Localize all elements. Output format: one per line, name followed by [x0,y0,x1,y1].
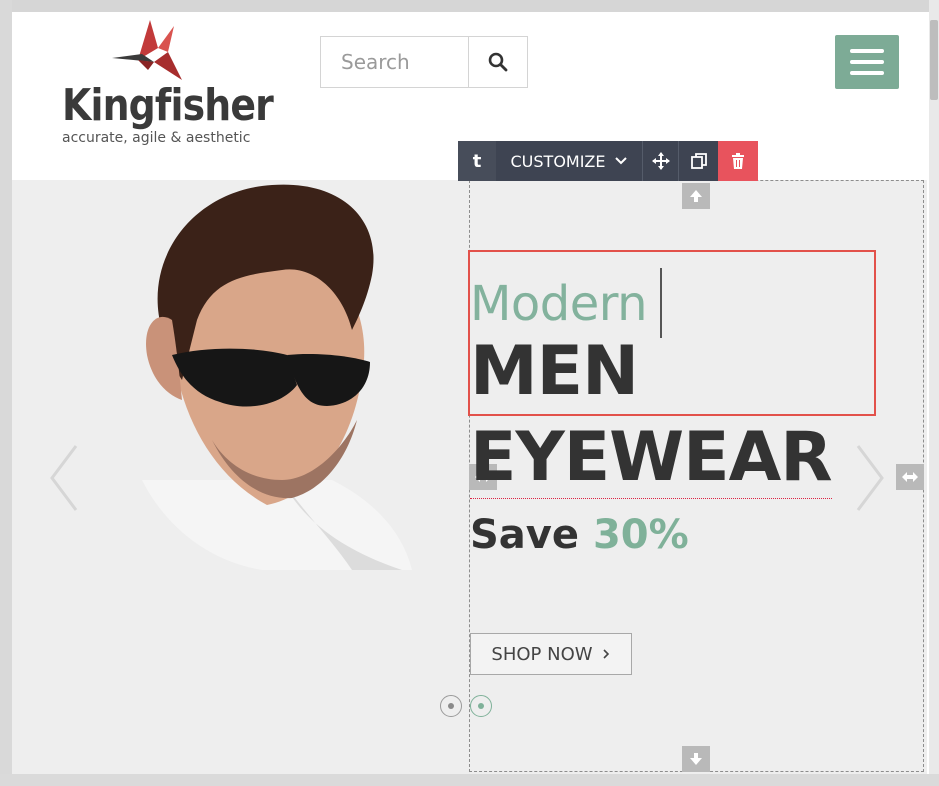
vertical-scrollbar[interactable] [929,0,939,786]
hamburger-icon [850,49,884,53]
search-button[interactable] [469,37,527,87]
delete-button[interactable] [718,141,758,181]
scrollbar-thumb[interactable] [930,20,938,100]
search-input[interactable] [321,37,469,87]
slider-dot-1[interactable] [440,695,462,717]
text-type-button[interactable]: t [458,141,496,181]
customize-dropdown[interactable]: CUSTOMIZE [496,141,642,181]
slider-prev-arrow-icon[interactable] [46,442,82,514]
chevron-right-icon [602,649,609,659]
customize-label: CUSTOMIZE [510,151,606,171]
slider-dot-2[interactable] [470,695,492,717]
editor-toolbar: t CUSTOMIZE [458,141,758,181]
arrow-horizontal-icon [902,472,918,482]
window-left-edge [0,0,12,786]
trash-icon [732,153,744,169]
logo[interactable]: Kingfisher accurate, agile & aesthetic [62,18,274,158]
logo-tagline: accurate, agile & aesthetic [62,130,251,146]
save-prefix: Save [470,512,580,558]
arrow-down-icon [690,753,702,765]
chevron-down-icon [614,157,627,165]
window-bottom-edge [0,774,939,786]
resize-bottom-handle[interactable] [682,746,710,772]
slider-pagination [440,695,492,717]
hero-title-eyewear[interactable]: EYEWEAR [470,418,833,499]
move-button[interactable] [642,141,678,181]
resize-top-handle[interactable] [682,183,710,209]
kingfisher-bird-icon [112,20,182,80]
logo-name: Kingfisher [62,80,274,131]
active-text-selection-box[interactable] [468,250,876,416]
shop-now-button[interactable]: SHOP NOW [470,633,632,675]
resize-right-handle[interactable] [896,464,924,490]
search-icon [488,52,508,72]
hero-save-text[interactable]: Save 30% [470,512,689,558]
window-top-edge [0,0,939,12]
hamburger-menu-button[interactable] [835,35,899,89]
model-sunglasses-image [142,184,412,570]
move-icon [651,152,670,170]
shop-now-label: SHOP NOW [491,643,593,665]
search-box [320,36,528,88]
duplicate-button[interactable] [678,141,718,181]
duplicate-icon [690,153,707,169]
arrow-up-icon [690,190,702,202]
save-percent: 30% [592,512,689,558]
